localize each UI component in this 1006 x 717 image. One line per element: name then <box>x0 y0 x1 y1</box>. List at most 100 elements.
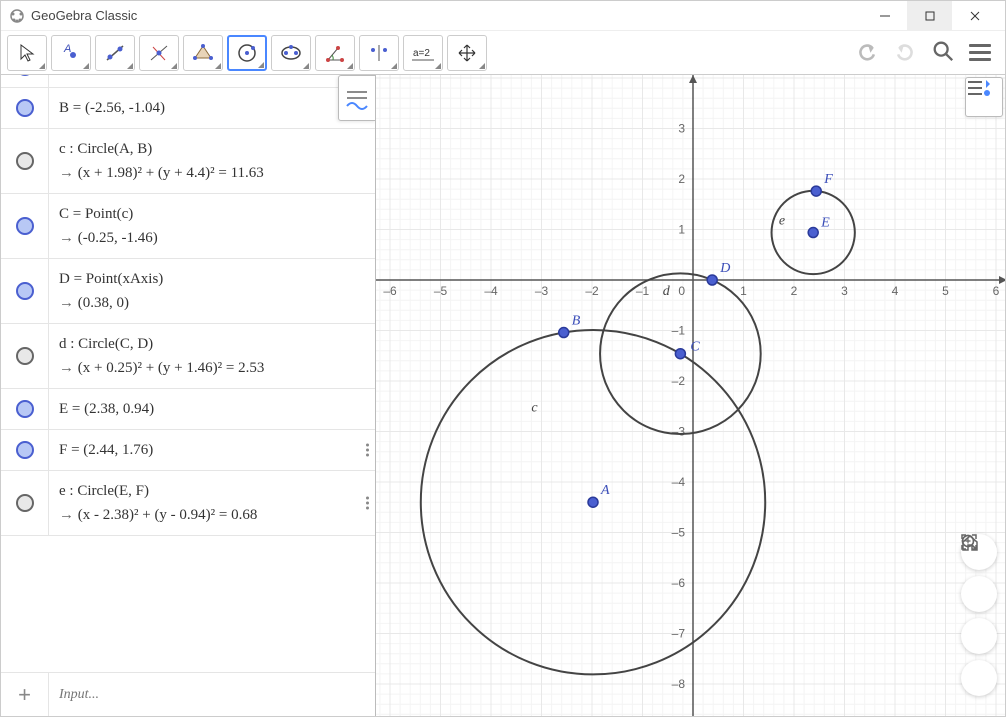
entry-text: C = Point(c) <box>59 202 365 226</box>
tool-point[interactable]: A <box>51 35 91 71</box>
tool-ellipse[interactable] <box>271 35 311 71</box>
svg-text:2: 2 <box>791 284 798 298</box>
entry-text: d : Circle(C, D) <box>59 332 365 356</box>
svg-text:2: 2 <box>678 172 685 186</box>
svg-text:E: E <box>820 216 830 231</box>
tool-perpendicular[interactable] <box>139 35 179 71</box>
svg-text:0: 0 <box>678 284 685 298</box>
algebra-entry[interactable]: D = Point(xAxis)(0.38, 0) <box>1 259 375 324</box>
visibility-toggle[interactable] <box>16 99 34 117</box>
algebra-entry[interactable]: E = (2.38, 0.94) <box>1 389 375 430</box>
svg-text:a=2: a=2 <box>413 48 430 59</box>
search-button[interactable] <box>931 39 955 66</box>
toolbar: A a=2 <box>1 31 1005 75</box>
tool-move-view[interactable] <box>447 35 487 71</box>
svg-text:5: 5 <box>942 284 949 298</box>
svg-text:–6: –6 <box>672 576 686 590</box>
visibility-toggle[interactable] <box>16 282 34 300</box>
entry-text: F = (2.44, 1.76) <box>59 438 365 462</box>
window-title: GeoGebra Classic <box>31 8 862 23</box>
point-C[interactable] <box>675 349 685 359</box>
entry-text: E = (2.38, 0.94) <box>59 397 365 421</box>
algebra-entry[interactable]: F = (2.44, 1.76) <box>1 430 375 471</box>
algebra-entry[interactable]: B = (-2.56, -1.04) <box>1 88 375 129</box>
visibility-toggle[interactable] <box>16 441 34 459</box>
algebra-entry[interactable]: c : Circle(A, B)(x + 1.98)² + (y + 4.4)²… <box>1 129 375 194</box>
minimize-button[interactable] <box>862 1 907 31</box>
entry-menu-button[interactable] <box>366 444 369 457</box>
svg-text:–2: –2 <box>672 374 686 388</box>
point-D[interactable] <box>707 275 717 285</box>
app-logo <box>9 8 25 24</box>
svg-text:–4: –4 <box>484 284 498 298</box>
svg-text:A: A <box>600 483 610 498</box>
visibility-toggle[interactable] <box>16 400 34 418</box>
point-F[interactable] <box>811 186 821 196</box>
graphics-style-tab[interactable] <box>965 77 1003 117</box>
entry-result: (x + 0.25)² + (y + 1.46)² = 2.53 <box>59 356 365 380</box>
entry-text: c : Circle(A, B) <box>59 137 365 161</box>
svg-text:B: B <box>572 314 581 329</box>
svg-text:–4: –4 <box>672 475 686 489</box>
svg-text:4: 4 <box>892 284 899 298</box>
tool-line[interactable] <box>95 35 135 71</box>
algebra-entry[interactable]: d : Circle(C, D)(x + 0.25)² + (y + 1.46)… <box>1 324 375 389</box>
add-button[interactable]: + <box>1 673 49 716</box>
point-B[interactable] <box>559 328 569 338</box>
svg-text:d: d <box>663 284 671 299</box>
visibility-toggle[interactable] <box>16 217 34 235</box>
entry-text: A = (-1.98, -4.4) <box>59 75 365 79</box>
entry-text: e : Circle(E, F) <box>59 479 365 503</box>
tool-slider[interactable]: a=2 <box>403 35 443 71</box>
point-E[interactable] <box>808 228 818 238</box>
svg-text:–5: –5 <box>434 284 448 298</box>
svg-text:6: 6 <box>993 284 1000 298</box>
algebra-entry[interactable]: A = (-1.98, -4.4) <box>1 75 375 88</box>
tool-move[interactable] <box>7 35 47 71</box>
svg-text:1: 1 <box>678 223 685 237</box>
menu-button[interactable] <box>969 44 991 61</box>
visibility-toggle[interactable] <box>16 75 34 76</box>
input-field[interactable] <box>49 687 375 703</box>
entry-text: B = (-2.56, -1.04) <box>59 96 365 120</box>
undo-button[interactable] <box>855 39 879 66</box>
svg-text:–2: –2 <box>585 284 599 298</box>
svg-text:–5: –5 <box>672 526 686 540</box>
zoom-out-button[interactable] <box>961 618 997 654</box>
graphics-panel[interactable]: –6–5–4–3–2–1123456–8–7–6–5–4–3–2–11230cd… <box>376 75 1005 716</box>
input-row: + <box>1 672 375 716</box>
entry-menu-button[interactable] <box>366 497 369 510</box>
algebra-style-tab[interactable] <box>338 75 376 121</box>
tool-circle[interactable] <box>227 35 267 71</box>
point-A[interactable] <box>588 497 598 507</box>
entry-result: (x - 2.38)² + (y - 0.94)² = 0.68 <box>59 503 365 527</box>
entry-result: (x + 1.98)² + (y + 4.4)² = 11.63 <box>59 161 365 185</box>
svg-text:F: F <box>823 172 833 187</box>
svg-text:–6: –6 <box>383 284 397 298</box>
tool-polygon[interactable] <box>183 35 223 71</box>
visibility-toggle[interactable] <box>16 494 34 512</box>
redo-button[interactable] <box>893 39 917 66</box>
svg-text:3: 3 <box>841 284 848 298</box>
svg-text:–3: –3 <box>535 284 549 298</box>
visibility-toggle[interactable] <box>16 347 34 365</box>
svg-text:3: 3 <box>678 122 685 136</box>
svg-text:e: e <box>779 213 785 228</box>
svg-text:D: D <box>719 261 730 276</box>
tool-angle[interactable] <box>315 35 355 71</box>
close-button[interactable] <box>952 1 997 31</box>
titlebar: GeoGebra Classic <box>1 1 1005 31</box>
maximize-button[interactable] <box>907 1 952 31</box>
svg-text:–7: –7 <box>672 627 686 641</box>
algebra-entry[interactable]: C = Point(c)(-0.25, -1.46) <box>1 194 375 259</box>
svg-text:C: C <box>690 340 700 355</box>
algebra-panel: A = (-1.98, -4.4) B = (-2.56, -1.04) c : C… <box>1 75 376 716</box>
fullscreen-button[interactable] <box>961 660 997 696</box>
visibility-toggle[interactable] <box>16 152 34 170</box>
svg-text:A: A <box>63 43 71 55</box>
zoom-in-button[interactable] <box>961 576 997 612</box>
tool-reflect[interactable] <box>359 35 399 71</box>
svg-text:–1: –1 <box>672 324 686 338</box>
algebra-entry[interactable]: e : Circle(E, F)(x - 2.38)² + (y - 0.94)… <box>1 471 375 536</box>
entry-result: (0.38, 0) <box>59 291 365 315</box>
